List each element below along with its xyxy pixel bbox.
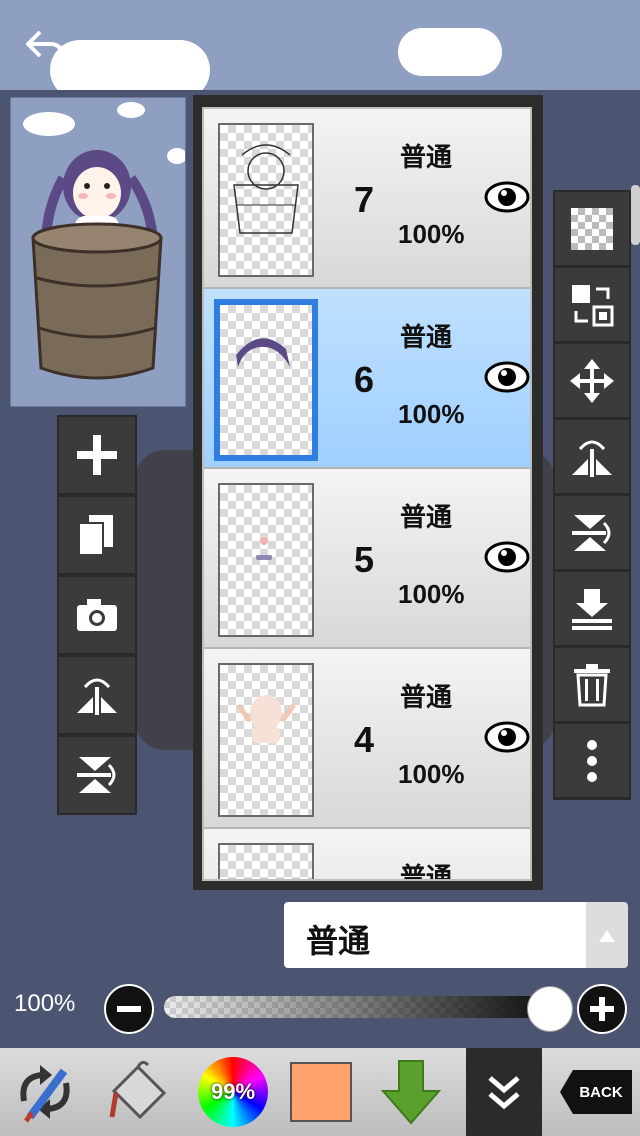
- layer-thumbnail: [218, 843, 314, 879]
- swap-icon[interactable]: [555, 268, 629, 341]
- undo-icon[interactable]: [22, 24, 68, 70]
- color-wheel-icon: 99%: [198, 1057, 268, 1127]
- opacity-slider[interactable]: [164, 996, 544, 1018]
- blend-mode-value: 普通: [306, 923, 371, 959]
- more-icon[interactable]: [555, 724, 629, 797]
- layer-thumbnail: [218, 123, 314, 277]
- color-wheel-button[interactable]: 99%: [188, 1048, 278, 1136]
- brush-opacity-label: 99%: [210, 1079, 256, 1104]
- layer-blend-mode: 普通: [400, 502, 453, 532]
- copy-layer-icon[interactable]: [59, 497, 135, 573]
- layer-blend-mode: 普通: [400, 862, 453, 881]
- move-icon[interactable]: [555, 344, 629, 417]
- tool-switch-icon[interactable]: [0, 1048, 90, 1136]
- save-download-icon[interactable]: [366, 1048, 456, 1136]
- layer-row[interactable]: 普通 4 100%: [204, 649, 530, 829]
- cloud: [398, 28, 502, 76]
- camera-icon[interactable]: [59, 577, 135, 653]
- left-toolbar: [57, 415, 137, 815]
- layer-opacity: 100%: [398, 219, 465, 249]
- add-layer-icon[interactable]: [59, 417, 135, 493]
- layer-thumbnail: [214, 299, 318, 461]
- layer-list[interactable]: 普通 7 100% 普通 6 100% 普通 5 100% 普通 4 100% …: [202, 107, 532, 881]
- layer-panel: 普通 7 100% 普通 6 100% 普通 5 100% 普通 4 100% …: [193, 95, 543, 890]
- increase-opacity-button[interactable]: [577, 984, 627, 1034]
- layer-row[interactable]: 普通 7 100%: [204, 109, 530, 289]
- layer-opacity: 100%: [398, 579, 465, 609]
- merge-down-icon[interactable]: [555, 572, 629, 645]
- eye-icon[interactable]: [484, 359, 530, 395]
- layer-thumbnail: [218, 483, 314, 637]
- layer-opacity: 100%: [398, 399, 465, 429]
- flip-vertical-icon[interactable]: [59, 737, 135, 813]
- trash-icon[interactable]: [555, 648, 629, 721]
- toolbar-scrollbar[interactable]: [631, 185, 640, 245]
- eye-icon[interactable]: [484, 179, 530, 215]
- layer-opacity: 100%: [398, 759, 465, 789]
- bottom-toolbar: 99% BACK: [0, 1048, 640, 1136]
- layer-number: 5: [354, 539, 375, 580]
- eye-icon[interactable]: [484, 539, 530, 575]
- flip-horizontal-icon[interactable]: [59, 657, 135, 733]
- flip-horizontal-icon[interactable]: [555, 420, 629, 493]
- back-label: BACK: [560, 1070, 632, 1114]
- color-swatch-button[interactable]: [276, 1048, 366, 1136]
- layer-blend-mode: 普通: [400, 322, 453, 352]
- canvas-preview: [10, 97, 186, 407]
- blend-mode-select[interactable]: 普通: [284, 902, 586, 968]
- layer-thumbnail: [218, 663, 314, 817]
- right-toolbar: [553, 190, 631, 800]
- layer-blend-mode: 普通: [400, 682, 453, 712]
- opacity-slider-handle[interactable]: [527, 986, 573, 1032]
- layer-number: 4: [354, 719, 375, 760]
- opacity-slider-fill: [164, 996, 544, 1018]
- layers-collapse-button[interactable]: [466, 1048, 542, 1136]
- fill-bucket-icon[interactable]: [92, 1048, 182, 1136]
- eye-icon[interactable]: [484, 719, 530, 755]
- layer-row[interactable]: 普通 6 100%: [204, 289, 530, 469]
- opacity-value: 100%: [14, 990, 76, 1017]
- back-button[interactable]: BACK: [552, 1048, 640, 1136]
- layer-number: 6: [354, 359, 375, 400]
- current-color-swatch: [290, 1062, 352, 1122]
- layer-blend-mode: 普通: [400, 142, 453, 172]
- flip-vertical-icon[interactable]: [555, 496, 629, 569]
- transparent-icon[interactable]: [555, 192, 629, 265]
- chevron-up-icon[interactable]: [586, 902, 628, 968]
- decrease-opacity-button[interactable]: [104, 984, 154, 1034]
- layer-row[interactable]: 普通: [204, 829, 530, 881]
- layer-row[interactable]: 普通 5 100%: [204, 469, 530, 649]
- layer-number: 7: [354, 179, 375, 220]
